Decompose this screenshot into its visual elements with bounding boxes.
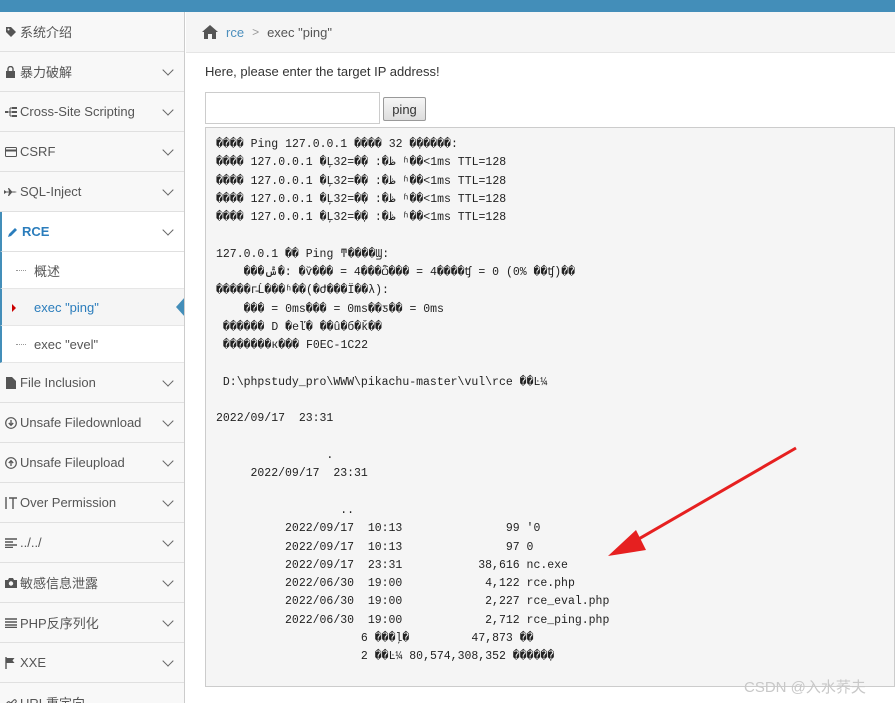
sidebar: 系统介绍 暴力破解 Cross-Site Scripting CSRF SQL-… [0,12,185,703]
caret-right-icon [12,304,16,312]
tag-icon [4,25,17,38]
align-left-icon [4,536,17,549]
file-icon [4,376,17,389]
chevron-down-icon [162,224,174,236]
chevron-down-icon [162,655,174,667]
sidebar-item-label: SQL-Inject [20,184,82,199]
home-icon[interactable] [202,25,218,39]
flag-icon [4,656,17,669]
chevron-down-icon [162,455,174,467]
breadcrumb-current: exec "ping" [267,24,332,40]
ip-prompt-text: Here, please enter the target IP address… [205,64,440,79]
chevron-down-icon [162,575,174,587]
ping-button[interactable]: ping [383,97,426,121]
command-output-text: ���� Ping 127.0.0.1 ���� 32 �ֽ�����: ���… [216,138,610,664]
chevron-down-icon [162,495,174,507]
sidebar-subitem-overview[interactable]: 概述 [0,252,184,289]
sitemap-icon [4,105,17,118]
command-output-panel: ���� Ping 127.0.0.1 ���� 32 �ֽ�����: ���… [205,127,895,687]
sidebar-item-url-redirect[interactable]: URL重定向 [0,683,184,703]
sidebar-item-label: PHP反序列化 [20,616,99,631]
chevron-down-icon [162,104,174,116]
sidebar-item-label: CSRF [20,144,56,159]
sidebar-item-label: Cross-Site Scripting [20,104,135,119]
sidebar-item-over-permission[interactable]: Over Permission [0,483,184,523]
sidebar-item-xxe[interactable]: XXE [0,643,184,683]
sidebar-subitem-label: 概述 [34,263,61,279]
chevron-down-icon [162,64,174,76]
pencil-icon [6,225,19,238]
chevron-down-icon [162,415,174,427]
fighter-jet-icon [4,185,17,198]
sidebar-item-csrf[interactable]: CSRF [0,132,184,172]
sidebar-item-php-unserialize[interactable]: PHP反序列化 [0,603,184,643]
credit-card-icon [4,145,17,158]
sidebar-item-label: URL重定向 [20,693,85,703]
top-navbar [0,0,895,12]
chevron-down-icon [162,615,174,627]
upload-icon [4,456,17,469]
camera-icon [4,576,17,589]
sidebar-item-label: ../../ [20,535,42,550]
annotation-arrow-icon [608,446,797,556]
lock-icon [4,65,17,78]
sidebar-item-info-leak[interactable]: 敏感信息泄露 [0,563,184,603]
tree-connector [16,344,26,345]
sidebar-item-label: RCE [22,224,50,239]
chevron-down-icon [162,375,174,387]
sidebar-item-label: Over Permission [20,495,117,510]
sidebar-item-file-inclusion[interactable]: File Inclusion [0,363,184,403]
sidebar-item-bruteforce[interactable]: 暴力破解 [0,52,184,92]
sidebar-item-xss[interactable]: Cross-Site Scripting [0,92,184,132]
text-cursor-icon [4,496,17,509]
sidebar-item-rce[interactable]: RCE [0,212,184,252]
sidebar-item-label: XXE [20,655,47,670]
sidebar-item-unsafe-filedownload[interactable]: Unsafe Filedownload [0,403,184,443]
sidebar-item-label: 敏感信息泄露 [20,576,99,591]
sidebar-item-intro[interactable]: 系统介绍 [0,12,184,52]
chevron-down-icon [162,535,174,547]
tree-connector [16,270,26,271]
breadcrumb-separator: > [252,25,260,39]
sidebar-subitem-exec-eval[interactable]: exec "evel" [0,326,184,363]
sidebar-item-label: 暴力破解 [20,65,73,80]
sidebar-item-unsafe-fileupload[interactable]: Unsafe Fileupload [0,443,184,483]
breadcrumb-link-rce[interactable]: rce [226,25,244,40]
sidebar-item-label: Unsafe Filedownload [20,415,142,430]
sidebar-item-label: Unsafe Fileupload [20,455,125,470]
link-icon [4,696,17,703]
sidebar-item-dir-traversal[interactable]: ../../ [0,523,184,563]
sidebar-item-label: File Inclusion [20,375,96,390]
breadcrumb: rce > exec "ping" [186,12,895,53]
chevron-down-icon [162,184,174,196]
sidebar-subitem-label: exec "ping" [34,299,99,315]
sidebar-subitem-exec-ping[interactable]: exec "ping" [0,289,184,326]
sidebar-subitem-label: exec "evel" [34,336,99,352]
ip-address-input[interactable] [205,92,380,124]
sidebar-item-label: 系统介绍 [20,25,73,40]
watermark: CSDN @入水荞夫 [744,679,866,696]
active-pointer [176,297,184,317]
chevron-down-icon [162,144,174,156]
list-icon [4,616,17,629]
sidebar-item-sqli[interactable]: SQL-Inject [0,172,184,212]
download-icon [4,416,17,429]
